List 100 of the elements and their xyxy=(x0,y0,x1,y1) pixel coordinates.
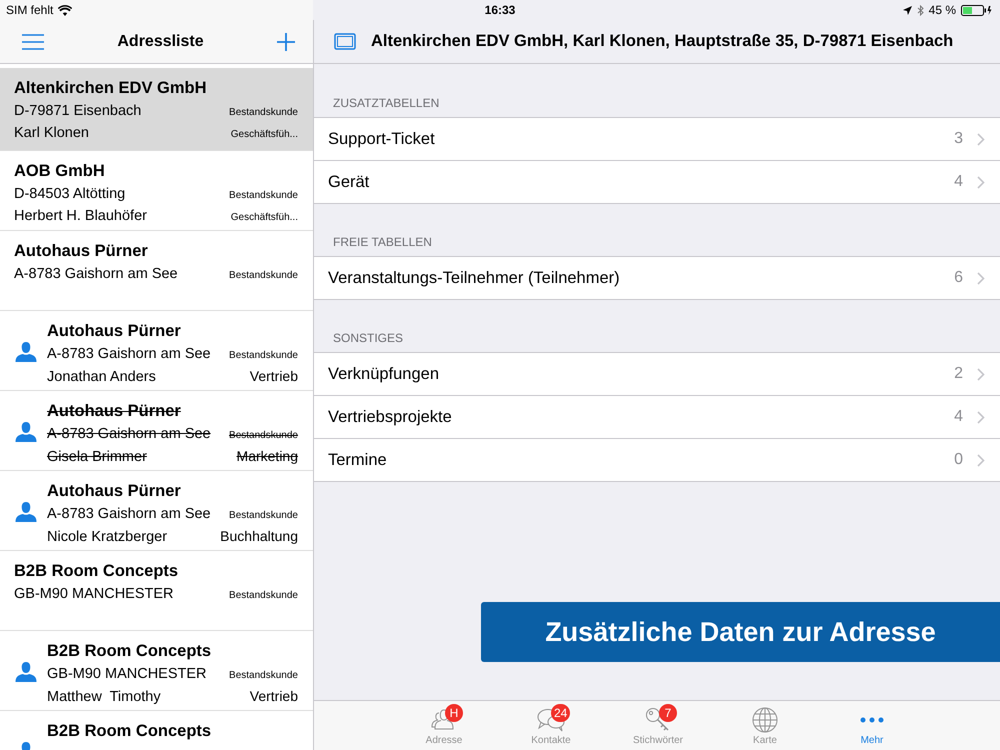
address-list-item[interactable]: Autohaus Pürner A-8783 Gaishorn am See Bestandskunde Gisela Brimmer Marketing xyxy=(0,391,313,471)
customer-status: Bestandskunde xyxy=(229,429,298,443)
key-icon xyxy=(645,706,671,732)
section-heading: FREIE TABELLEN xyxy=(332,235,433,251)
bluetooth-icon xyxy=(916,4,924,16)
info-banner: Zusätzliche Daten zur Adresse xyxy=(481,602,1000,662)
row-count: 2 xyxy=(954,365,963,383)
address-list-item[interactable]: B2B Room Concepts GB-M90 MANCHESTER Bestandskunde xyxy=(0,551,313,631)
chevron-icon xyxy=(977,272,985,284)
row-label: Veranstaltungs-Teilnehmer (Teilnehmer) xyxy=(328,268,621,288)
section-heading: ZUSATZTABELLEN xyxy=(332,96,440,112)
table-link-row[interactable]: Verknüpfungen 2 xyxy=(314,353,1000,396)
contact-role: Marketing xyxy=(236,447,298,466)
company-name: Autohaus Pürner xyxy=(47,402,181,420)
nav-title: Adressliste xyxy=(117,32,204,50)
menu-icon[interactable] xyxy=(22,34,44,50)
tab-bar-item[interactable]: 7 Stichwörter xyxy=(604,701,712,750)
chevron-icon xyxy=(977,176,985,188)
address-text: D-84503 Altötting xyxy=(14,185,126,204)
chevron-icon xyxy=(977,368,985,380)
contact-role: Vertrieb xyxy=(250,367,298,386)
customer-status: Bestandskunde xyxy=(229,509,298,523)
customer-status: Bestandskunde xyxy=(229,189,298,203)
contact-name: Karl Klonen xyxy=(14,124,89,143)
row-label: Gerät xyxy=(328,172,370,192)
address-text: A-8783 Gaishorn am See xyxy=(14,265,178,284)
contact-name: Nicole Kratzberger xyxy=(47,528,168,547)
row-count: 0 xyxy=(954,451,963,469)
address-text: A-8783 Gaishorn am See xyxy=(47,345,211,364)
table-link-row[interactable]: Support-Ticket 3 xyxy=(314,118,1000,161)
globe-icon xyxy=(752,706,778,732)
clock-text: 16:33 xyxy=(484,3,516,17)
address-text: GB-M90 MANCHESTER xyxy=(47,665,207,684)
person-icon xyxy=(15,661,37,683)
row-label: Vertriebsprojekte xyxy=(328,408,453,426)
location-arrow-icon xyxy=(902,6,912,14)
tab-bar-item[interactable]: H Adresse xyxy=(390,701,498,750)
address-list-item[interactable]: Autohaus Pürner A-8783 Gaishorn am See Bestandskunde Nicole Kratzberger Buchhaltung xyxy=(0,471,313,551)
more-icon xyxy=(860,716,884,722)
wifi-icon xyxy=(58,4,72,16)
row-label: Termine xyxy=(328,450,388,470)
row-label: Support-Ticket xyxy=(328,130,436,148)
address-list-item[interactable]: B2B Room Concepts xyxy=(0,711,313,750)
row-label: Verknüpfungen xyxy=(328,364,440,384)
address-list-item[interactable]: Altenkirchen EDV GmbH D-79871 Eisenbach Bestandskunde Karl Klonen Geschäftsfüh... xyxy=(0,68,313,151)
row-count: 4 xyxy=(954,408,963,426)
table-link-row[interactable]: Termine 0 xyxy=(314,439,1000,481)
row-count: 6 xyxy=(954,269,963,287)
customer-status: Bestandskunde xyxy=(229,106,298,120)
count-badge: 24 xyxy=(551,704,570,722)
table-link-row[interactable]: Vertriebsprojekte 4 xyxy=(314,396,1000,439)
person-icon xyxy=(15,421,37,443)
contact-name: Gisela Brimmer xyxy=(47,448,147,467)
company-name: Autohaus Pürner xyxy=(47,482,181,500)
address-text: D-79871 Eisenbach xyxy=(14,102,142,121)
chevron-icon xyxy=(977,132,985,146)
carrier-text: SIM fehlt xyxy=(6,3,54,17)
section-heading: SONSTIGES xyxy=(332,331,404,347)
person-icon xyxy=(15,501,37,523)
row-count: 3 xyxy=(954,130,963,148)
customer-status: Bestandskunde xyxy=(229,589,298,603)
company-name: B2B Room Concepts xyxy=(47,722,212,740)
company-name: B2B Room Concepts xyxy=(47,642,212,660)
person-icon xyxy=(15,341,37,363)
sidebar-toggle-icon[interactable] xyxy=(334,33,356,50)
battery-percent: 45 % xyxy=(928,3,956,17)
address-list-item[interactable]: AOB GmbH D-84503 Altötting Bestandskunde Herbert H. Blauhöfer Geschäftsfüh... xyxy=(0,151,313,231)
company-name: AOB GmbH xyxy=(14,162,105,180)
count-badge: H xyxy=(445,704,463,722)
contact-name: Jonathan Anders xyxy=(47,368,156,387)
address-list-item[interactable]: Autohaus Pürner A-8783 Gaishorn am See Bestandskunde xyxy=(0,231,313,311)
chevron-icon xyxy=(977,454,985,466)
address-text: A-8783 Gaishorn am See xyxy=(47,425,211,444)
battery-icon xyxy=(961,4,992,16)
detail-title: Altenkirchen EDV GmbH, Karl Klonen, Hauptstraße 35, D-79871 Eisenbach xyxy=(371,32,954,51)
count-badge: 7 xyxy=(659,704,677,722)
contact-role: Buchhaltung xyxy=(220,527,298,546)
customer-status: Bestandskunde xyxy=(229,349,298,363)
row-count: 4 xyxy=(954,173,963,191)
table-link-row[interactable]: Veranstaltungs-Teilnehmer (Teilnehmer) 6 xyxy=(314,257,1000,299)
company-name: Autohaus Pürner xyxy=(47,322,181,340)
address-text: A-8783 Gaishorn am See xyxy=(47,505,211,524)
tab-bar-item[interactable]: 24 Kontakte xyxy=(498,701,604,750)
add-icon[interactable] xyxy=(276,32,295,50)
customer-status: Bestandskunde xyxy=(229,669,298,683)
company-name: Autohaus Pürner xyxy=(14,242,148,260)
address-list-item[interactable]: B2B Room Concepts GB-M90 MANCHESTER Bestandskunde Matthew Timothy Vertrieb xyxy=(0,631,313,711)
table-link-row[interactable]: Gerät 4 xyxy=(314,161,1000,203)
chevron-icon xyxy=(977,410,985,424)
address-list-item[interactable]: Autohaus Pürner A-8783 Gaishorn am See Bestandskunde Jonathan Anders Vertrieb xyxy=(0,311,313,391)
contact-role: Geschäftsfüh... xyxy=(230,211,298,225)
address-text: GB-M90 MANCHESTER xyxy=(14,585,174,604)
contact-name: Herbert H. Blauhöfer xyxy=(14,207,147,226)
company-name: B2B Room Concepts xyxy=(14,562,178,580)
customer-status: Bestandskunde xyxy=(229,269,298,283)
contact-role: Vertrieb xyxy=(250,687,298,706)
contact-role: Geschäftsfüh... xyxy=(230,128,298,142)
contact-name: Matthew Timothy xyxy=(47,688,161,707)
company-name: Altenkirchen EDV GmbH xyxy=(14,79,207,97)
tab-bar-item[interactable]: Mehr xyxy=(818,701,926,750)
